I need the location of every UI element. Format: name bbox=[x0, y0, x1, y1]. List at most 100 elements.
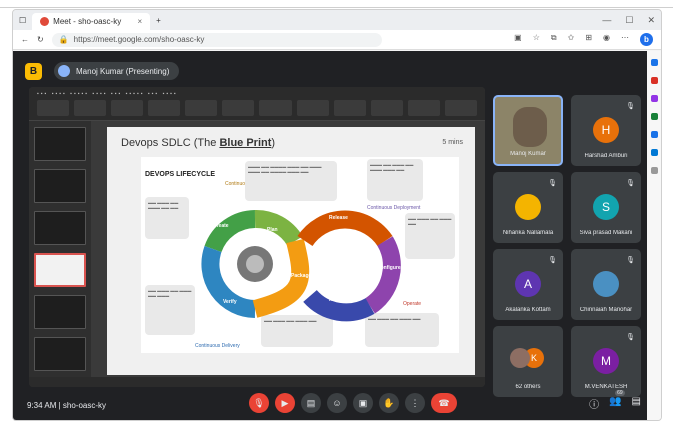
slide-thumbnail bbox=[34, 127, 86, 161]
participant-avatar: A bbox=[515, 271, 541, 297]
configure-notes: ▬▬ ▬▬▬ ▬▬ ▬▬▬ ▬▬ bbox=[405, 213, 455, 259]
tools-sidebar-icon[interactable] bbox=[650, 95, 658, 102]
release-segment bbox=[297, 210, 393, 247]
outlook-sidebar-icon[interactable] bbox=[650, 149, 658, 156]
address-bar: ← ↻ 🔒 https://meet.google.com/sho-oasc-k… bbox=[13, 30, 661, 50]
participant-name: Niharika Nallamala bbox=[502, 230, 554, 236]
top-strip bbox=[0, 0, 673, 8]
browser-tools: ▣ ☆ ⧉ ✩ ⊞ ◉ ⋯ b bbox=[514, 33, 653, 46]
participant-avatar: M bbox=[593, 348, 619, 374]
profile-icon[interactable]: ◉ bbox=[603, 33, 610, 46]
shopping-sidebar-icon[interactable] bbox=[650, 77, 658, 84]
presenter-indicator[interactable]: Manoj Kumar (Presenting) bbox=[54, 62, 180, 80]
meet-area: B Manoj Kumar (Presenting) ▪▪▪ ▪▪▪▪ ▪▪▪▪… bbox=[13, 51, 649, 420]
slide-duration: 5 mins bbox=[442, 139, 463, 146]
close-tab-icon[interactable]: × bbox=[138, 17, 143, 26]
url-field[interactable]: 🔒 https://meet.google.com/sho-oasc-ky bbox=[51, 32, 382, 47]
extensions-icon[interactable]: ⧉ bbox=[551, 33, 557, 46]
camera-toggle-button[interactable]: ▶ bbox=[275, 393, 295, 413]
more-icon[interactable]: ⋯ bbox=[621, 33, 629, 46]
slide-thumbnails bbox=[29, 121, 91, 387]
lock-icon: 🔒 bbox=[58, 35, 69, 44]
participant-tile[interactable]: Manoj Kumar bbox=[493, 95, 563, 166]
slide-thumbnail bbox=[34, 295, 86, 329]
minimize-icon[interactable]: — bbox=[602, 15, 611, 26]
participant-name: Akalanka Kottam bbox=[505, 307, 551, 313]
camera-icon[interactable]: ▣ bbox=[514, 33, 522, 46]
stage-release: Release bbox=[329, 215, 348, 221]
ribbon-tools bbox=[37, 100, 477, 116]
call-controls: 9:34 AM | sho-oasc-ky 🎙 ▶ ▤ ☺ ▣ ✋ ⋮ ☎ ⓘ … bbox=[13, 390, 649, 419]
raise-hand-button[interactable]: ✋ bbox=[379, 393, 399, 413]
browser-tab[interactable]: Meet - sho-oasc-ky × bbox=[32, 13, 151, 30]
stage-verify: Verify bbox=[223, 299, 237, 305]
close-window-icon[interactable]: ✕ bbox=[647, 15, 655, 26]
ribbon-menu: ▪▪▪ ▪▪▪▪ ▪▪▪▪▪ ▪▪▪▪ ▪▪▪ ▪▪▪▪▪ ▪▪▪ ▪▪▪▪ bbox=[37, 91, 178, 97]
verify-notes: ▬▬ ▬▬▬ ▬▬ ▬▬▬ ▬▬ ▬▬▬ bbox=[145, 285, 195, 335]
mic-off-icon: 🎙 bbox=[626, 180, 635, 187]
tab-title: Meet - sho-oasc-ky bbox=[53, 17, 122, 26]
stage-monitor: Monitor bbox=[329, 297, 348, 303]
stage-create: Create bbox=[213, 223, 229, 229]
continuous-delivery-label: Continuous Delivery bbox=[195, 343, 240, 349]
office-sidebar-icon[interactable] bbox=[650, 131, 658, 138]
participant-tile[interactable]: 🎙 H Harshad Amburi bbox=[571, 95, 641, 166]
maximize-icon[interactable]: ☐ bbox=[625, 15, 633, 26]
emoji-button[interactable]: ☺ bbox=[327, 393, 347, 413]
slide-title-suffix: ) bbox=[271, 137, 276, 149]
present-button[interactable]: ▣ bbox=[353, 393, 373, 413]
presentation-stage[interactable]: ▪▪▪ ▪▪▪▪ ▪▪▪▪▪ ▪▪▪▪ ▪▪▪ ▪▪▪▪▪ ▪▪▪ ▪▪▪▪ D… bbox=[29, 87, 485, 387]
games-sidebar-icon[interactable] bbox=[650, 113, 658, 120]
meet-header: B Manoj Kumar (Presenting) bbox=[25, 62, 180, 80]
tab-bar: ☐ Meet - sho-oasc-ky × + — ☐ ✕ bbox=[13, 10, 661, 30]
back-icon[interactable]: ← bbox=[21, 35, 29, 44]
participant-tile[interactable]: 🎙 M M.VENKATESH bbox=[571, 326, 641, 397]
info-icon[interactable]: ⓘ bbox=[589, 396, 599, 411]
participant-avatar: S bbox=[593, 194, 619, 220]
side-buttons: ⓘ 👥 69 ▤ bbox=[589, 390, 641, 411]
slide-title: Devops SDLC (The Blue Print) bbox=[121, 137, 275, 149]
chat-icon[interactable]: ▤ bbox=[632, 396, 641, 411]
participant-tile[interactable]: 🎙 Chinnaiah Manohar bbox=[571, 249, 641, 320]
participant-name: Chinnaiah Manohar bbox=[579, 307, 633, 313]
slide-thumbnail-selected bbox=[34, 253, 86, 287]
more-options-button[interactable]: ⋮ bbox=[405, 393, 425, 413]
mic-off-icon: 🎙 bbox=[548, 257, 557, 264]
add-sidebar-icon[interactable] bbox=[650, 167, 658, 174]
mic-toggle-button[interactable]: 🎙 bbox=[249, 393, 269, 413]
participant-count: 69 bbox=[615, 390, 625, 396]
mic-off-icon: 🎙 bbox=[626, 103, 635, 110]
lifecycle-diagram: DEVOPS LIFECYCLE Continuous Integration … bbox=[141, 157, 459, 353]
edge-sidebar bbox=[647, 51, 661, 420]
url-text: https://meet.google.com/sho-oasc-ky bbox=[73, 35, 205, 44]
presenter-avatar bbox=[58, 65, 70, 77]
search-sidebar-icon[interactable] bbox=[650, 59, 658, 66]
participant-avatar: H bbox=[593, 117, 619, 143]
captions-button[interactable]: ▤ bbox=[301, 393, 321, 413]
lifecycle-title: DEVOPS LIFECYCLE bbox=[145, 171, 216, 178]
slide-thumbnail bbox=[34, 337, 86, 371]
participant-tile[interactable]: K 62 others bbox=[493, 326, 563, 397]
leave-call-button[interactable]: ☎ bbox=[431, 393, 457, 413]
participant-name: Harshad Amburi bbox=[584, 153, 628, 159]
star-icon[interactable]: ☆ bbox=[533, 33, 540, 46]
participant-tile[interactable]: 🎙 S Siva prasad Makani bbox=[571, 172, 641, 243]
reload-icon[interactable]: ↻ bbox=[37, 35, 44, 44]
people-icon[interactable]: 👥 69 bbox=[609, 390, 625, 411]
window-controls: — ☐ ✕ bbox=[602, 15, 655, 26]
participant-tile[interactable]: 🎙 Niharika Nallamala bbox=[493, 172, 563, 243]
configure-segment bbox=[364, 236, 401, 314]
others-avatar-photo bbox=[510, 348, 530, 368]
participant-tile[interactable]: 🎙 A Akalanka Kottam bbox=[493, 249, 563, 320]
powerpoint-statusbar bbox=[29, 377, 485, 387]
stage-package: Package bbox=[291, 273, 312, 279]
browser-window: ☐ Meet - sho-oasc-ky × + — ☐ ✕ ← ↻ 🔒 htt… bbox=[12, 9, 662, 421]
release-notes: ▬▬▬ ▬▬ ▬▬▬ ▬▬ ▬▬▬ ▬▬▬ ▬▬ bbox=[367, 159, 423, 201]
favorites-icon[interactable]: ✩ bbox=[568, 33, 575, 46]
new-tab-icon[interactable]: + bbox=[156, 16, 161, 25]
lifecycle-loop bbox=[201, 210, 401, 322]
window-menu-icon[interactable]: ☐ bbox=[19, 16, 26, 25]
copilot-icon[interactable]: b bbox=[640, 33, 653, 46]
meet-favicon-icon bbox=[40, 17, 50, 26]
collections-icon[interactable]: ⊞ bbox=[585, 33, 592, 46]
